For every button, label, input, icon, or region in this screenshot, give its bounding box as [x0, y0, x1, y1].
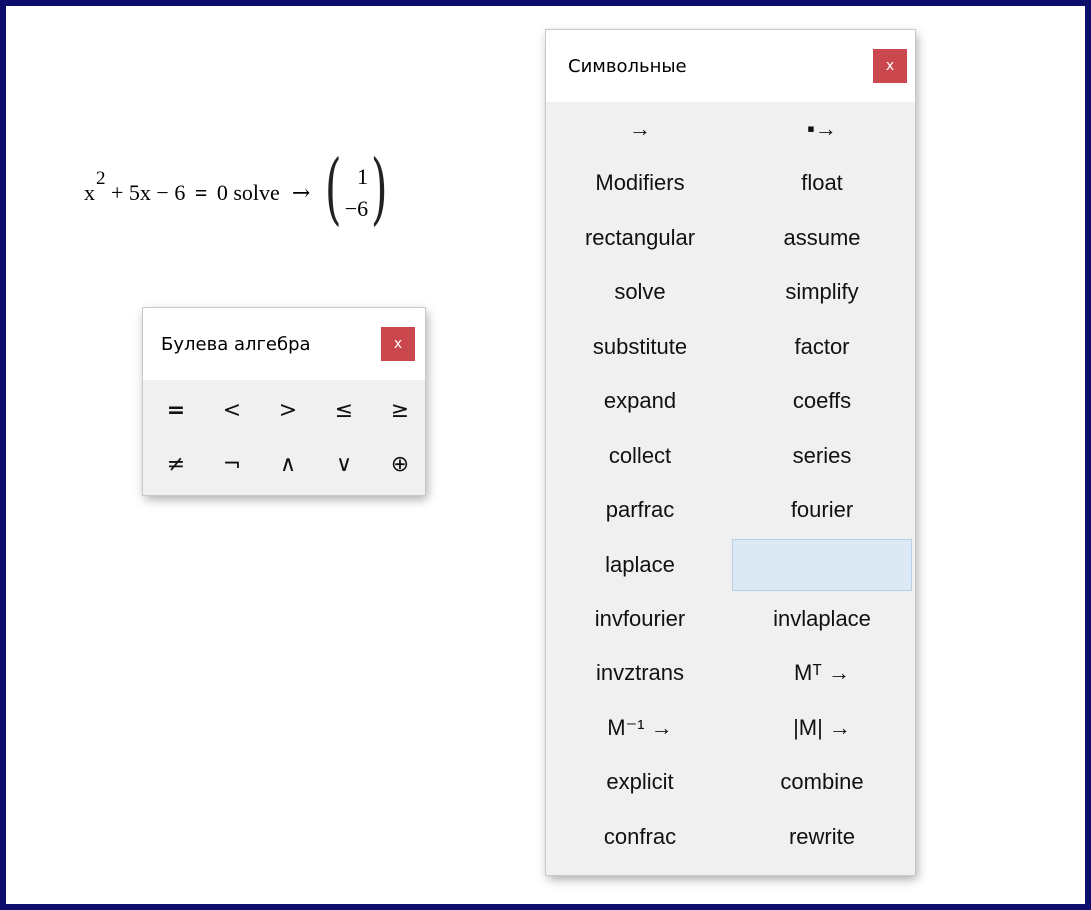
math-expression[interactable]: x 2 + 5x − 6 = 0 solve → ( 1 −6 ): [84, 150, 395, 232]
keyword-assume-button[interactable]: assume: [732, 212, 912, 264]
keyword-laplace-button[interactable]: laplace: [548, 539, 732, 591]
result-cell-1: 1: [357, 164, 369, 189]
xor-op-button[interactable]: ⊕: [372, 440, 428, 488]
keyword-series-button[interactable]: series: [732, 430, 912, 482]
keyword-symbol-1-button[interactable]: ▪→: [732, 103, 912, 155]
result-vector: ( 1 −6 ): [318, 150, 394, 232]
keyword-factor-button[interactable]: factor: [732, 321, 912, 373]
less-equal-op-button[interactable]: ≤: [316, 386, 372, 434]
symbolic-toolbar-titlebar[interactable]: Символьные x: [546, 30, 915, 102]
worksheet[interactable]: x 2 + 5x − 6 = 0 solve → ( 1 −6 ) Булева…: [0, 0, 1091, 910]
variable-x: x: [84, 180, 95, 205]
keyword-expand-button[interactable]: expand: [548, 375, 732, 427]
boolean-toolbar: Булева алгебра x = < > ≤ ≥ ≠ ¬ ∧ ∨ ⊕: [143, 308, 425, 495]
expression-terms: + 5x − 6: [105, 180, 191, 205]
keyword-invlaplace-button[interactable]: invlaplace: [732, 593, 912, 645]
and-op-button[interactable]: ∧: [260, 440, 316, 488]
keyword-fourier-button[interactable]: fourier: [732, 484, 912, 536]
close-button[interactable]: x: [873, 49, 907, 83]
keyword-rectangular-button[interactable]: rectangular: [548, 212, 732, 264]
greater-equal-op-button[interactable]: ≥: [372, 386, 428, 434]
symbolic-toolbar-title: Символьные: [568, 55, 687, 77]
keyword-coeffs-button[interactable]: coeffs: [732, 375, 912, 427]
keyword-m-button[interactable]: Mᵀ →: [732, 647, 912, 699]
not-equal-op-button[interactable]: ≠: [148, 440, 204, 488]
keyword-m-button[interactable]: M⁻¹ →: [548, 702, 732, 754]
boolean-toolbar-title: Булева алгебра: [161, 333, 311, 355]
boolean-toolbar-titlebar[interactable]: Булева алгебра x: [143, 308, 425, 380]
not-op-button[interactable]: ¬: [204, 440, 260, 488]
symbolic-arrow: →: [291, 180, 311, 206]
keyword-invfourier-button[interactable]: invfourier: [548, 593, 732, 645]
keyword-combine-button[interactable]: combine: [732, 756, 912, 808]
keyword-rewrite-button[interactable]: rewrite: [732, 811, 912, 863]
keyword-confrac-button[interactable]: confrac: [548, 811, 732, 863]
close-button[interactable]: x: [381, 327, 415, 361]
keyword-invztrans-button[interactable]: invztrans: [548, 647, 732, 699]
greater-than-op-button[interactable]: >: [260, 386, 316, 434]
keyword-simplify-button[interactable]: simplify: [732, 266, 912, 318]
keyword-explicit-button[interactable]: explicit: [548, 756, 732, 808]
keyword-symbol-0-button[interactable]: →: [548, 103, 732, 155]
symbolic-toolbar: Символьные x → ▪→ Modifiers float rectangula…: [546, 30, 915, 875]
less-than-op-button[interactable]: <: [204, 386, 260, 434]
right-paren-icon: ): [370, 144, 388, 234]
keyword-empty-button[interactable]: [732, 538, 912, 591]
exponent: 2: [96, 168, 106, 189]
or-op-button[interactable]: ∨: [316, 440, 372, 488]
left-paren-icon: (: [325, 144, 342, 234]
symbolic-keywords-grid: → ▪→ Modifiers float rectangular assume solve s…: [546, 102, 915, 865]
keyword-modifiers-button[interactable]: Modifiers: [548, 157, 732, 209]
keyword-solve-button[interactable]: solve: [548, 266, 732, 318]
keyword-collect-button[interactable]: collect: [548, 430, 732, 482]
boolean-operators-grid: = < > ≤ ≥ ≠ ¬ ∧ ∨ ⊕: [143, 380, 425, 488]
solve-keyword: 0 solve: [211, 180, 280, 205]
boolean-equals: =: [194, 180, 208, 205]
result-cell-2: −6: [344, 196, 369, 221]
equals-op-button[interactable]: =: [148, 386, 204, 434]
keyword-parfrac-button[interactable]: parfrac: [548, 484, 732, 536]
keyword-float-button[interactable]: float: [732, 157, 912, 209]
keyword-substitute-button[interactable]: substitute: [548, 321, 732, 373]
keyword-m-button[interactable]: |M| →: [732, 702, 912, 754]
